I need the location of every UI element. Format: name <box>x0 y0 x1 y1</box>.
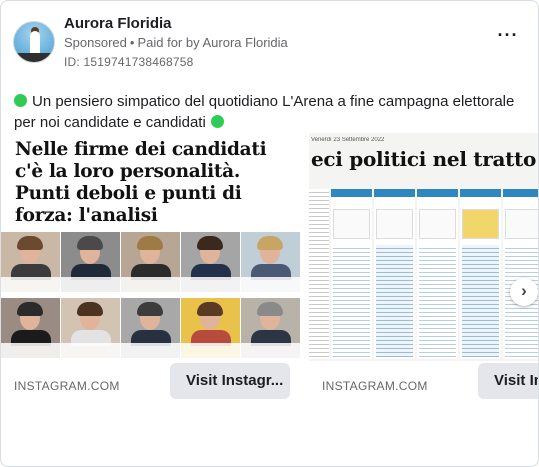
carousel: Nelle firme dei candidati c'è la loro pe… <box>1 133 538 413</box>
separator-dot: • <box>129 35 135 50</box>
candidate-photo <box>181 298 240 358</box>
candidate-photo <box>181 232 240 292</box>
newspaper-column <box>503 189 538 359</box>
ad-card: Aurora Floridia Sponsored • Paid for by Au… <box>0 0 539 467</box>
sponsored-label: Sponsored <box>64 35 127 50</box>
ellipsis-icon: ··· <box>497 25 519 45</box>
sponsored-line: Sponsored • Paid for by Aurora Floridia <box>64 35 288 50</box>
visit-instagram-button[interactable]: Visit Instagr... <box>170 363 290 399</box>
newspaper-column <box>331 189 372 359</box>
newspaper-column <box>460 189 501 359</box>
ad-body-text: Un pensiero simpatico del quotidiano L'A… <box>14 91 519 133</box>
newspaper-subtitle <box>309 173 538 183</box>
newspaper-column <box>374 189 415 359</box>
candidate-photo <box>61 298 120 358</box>
paid-for-prefix: Paid for by <box>137 35 200 50</box>
carousel-image-1[interactable]: Nelle firme dei candidati c'è la loro pe… <box>1 133 301 361</box>
carousel-next-button[interactable]: › <box>510 278 538 306</box>
ad-id: ID: 1519741738468758 <box>64 55 194 69</box>
candidate-photo <box>121 232 180 292</box>
image-headline: Nelle firme dei candidati c'è la loro pe… <box>15 139 267 226</box>
page-name[interactable]: Aurora Floridia <box>64 15 172 32</box>
more-options-button[interactable]: ··· <box>496 26 520 49</box>
link-source: INSTAGRAM.COM <box>14 379 120 393</box>
page-avatar[interactable] <box>13 21 55 63</box>
ad-message: Un pensiero simpatico del quotidiano L'A… <box>14 93 515 131</box>
newspaper-column <box>309 189 329 359</box>
visit-instagram-button[interactable]: Visit Ins <box>478 363 538 399</box>
candidate-photo <box>121 298 180 358</box>
paid-for-name: Aurora Floridia <box>202 35 288 50</box>
candidate-photo <box>241 232 300 292</box>
candidate-photo <box>61 232 120 292</box>
chevron-right-icon: › <box>521 281 527 300</box>
carousel-card-2[interactable]: Venerdì 23 Settembre 2022 eci politici n… <box>309 133 538 403</box>
carousel-image-2[interactable]: Venerdì 23 Settembre 2022 eci politici n… <box>309 133 538 361</box>
candidate-photo <box>1 232 60 292</box>
candidate-photo <box>241 298 300 358</box>
candidate-photo-grid <box>1 232 301 360</box>
newspaper-column <box>417 189 458 359</box>
green-circle-icon <box>210 115 224 128</box>
carousel-card-1[interactable]: Nelle firme dei candidati c'è la loro pe… <box>1 133 301 403</box>
newspaper-headline: eci politici nel tratto di una <box>311 147 538 171</box>
candidate-photo <box>1 298 60 358</box>
green-circle-icon <box>14 94 27 107</box>
newspaper-date: Venerdì 23 Settembre 2022 <box>311 137 385 143</box>
link-source: INSTAGRAM.COM <box>322 379 428 393</box>
